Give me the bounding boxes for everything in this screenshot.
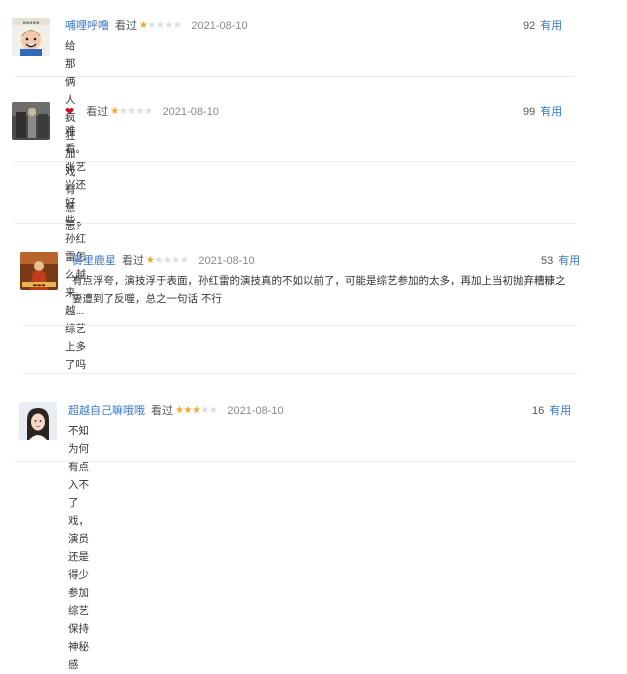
star-icon: ★ xyxy=(135,106,145,117)
vote-count: 16 xyxy=(532,405,545,417)
star-icon: ★ xyxy=(191,405,201,416)
divider xyxy=(22,325,578,326)
star-icon: ★ xyxy=(127,106,136,117)
star-icon: ★ xyxy=(139,20,148,31)
review-comment: 难看。张艺兴还好些，孙红雷怎么越来越...综艺上多了吗 xyxy=(65,125,86,371)
star-icon: ★ xyxy=(175,405,184,416)
star-icon: ★ xyxy=(155,20,165,31)
review-comment: 不知为何有点入不了戏，演员还是得少参加综艺保持神秘感 xyxy=(68,425,89,671)
star-icon: ★ xyxy=(146,255,155,266)
watch-status: 看过 xyxy=(115,20,137,32)
vote-count: 99 xyxy=(523,106,536,118)
username-link[interactable]: 哺哩呼噜 xyxy=(65,19,109,33)
star-icon: ★ xyxy=(154,255,163,266)
review-meta: ❤ 看过 ★ ★ ★ ★ ★ 2021-08-10 xyxy=(65,105,219,119)
review-meta: 雾里鹿星 看过 ★ ★ ★ ★ ★ 2021-08-10 xyxy=(72,254,255,268)
svg-text:▬▬▬: ▬▬▬ xyxy=(33,284,46,289)
review-comment-line: 妻遭到了反噬，总之一句话 不行 xyxy=(72,293,222,305)
heart-icon: ❤ xyxy=(65,106,75,118)
rating-stars: ★ ★ ★ ★ ★ xyxy=(110,105,153,119)
girl-avatar-icon xyxy=(19,402,57,440)
vote-area: 53 有用 xyxy=(541,254,580,268)
useful-button[interactable]: 有用 xyxy=(549,405,571,417)
review-comment-line: 有点浮夸，演技浮于表面，孙红雷的演技真的不如以前了，可能是综艺参加的太多，再加上… xyxy=(72,275,566,287)
rating-stars: ★ ★ ★ ★ ★ xyxy=(139,19,182,33)
review-date: 2021-08-10 xyxy=(198,255,255,267)
useful-button[interactable]: 有用 xyxy=(540,106,562,118)
review-meta: 超越自己嘛哦哦 看过 ★ ★ ★ ★ ★ 2021-08-10 xyxy=(68,404,284,418)
watch-status: 看过 xyxy=(86,106,109,118)
vote-count: 92 xyxy=(523,20,536,32)
useful-button[interactable]: 有用 xyxy=(540,20,562,32)
username-link[interactable]: 雾里鹿星 xyxy=(72,254,116,268)
vote-area: 16 有用 xyxy=(532,404,571,418)
divider xyxy=(22,373,578,374)
poster-avatar-icon: ▬▬▬ xyxy=(20,252,58,290)
cartoon-avatar-icon: ▪▪▪▪▪ xyxy=(12,18,50,56)
star-icon: ★ xyxy=(179,255,189,266)
vote-count: 53 xyxy=(541,255,554,267)
divider xyxy=(14,161,575,162)
vote-area: 92 有用 xyxy=(523,19,562,33)
star-icon: ★ xyxy=(183,405,192,416)
user-avatar[interactable]: ▪▪▪▪▪ xyxy=(12,18,50,56)
star-icon: ★ xyxy=(164,20,173,31)
username-link[interactable]: 超越自己嘛哦哦 xyxy=(68,404,145,418)
user-avatar[interactable]: ▬▬▬ xyxy=(20,252,58,290)
photo-avatar-icon xyxy=(12,102,50,140)
divider xyxy=(14,223,575,224)
useful-button[interactable]: 有用 xyxy=(558,255,580,267)
watch-status: 看过 xyxy=(122,255,144,267)
review-date: 2021-08-10 xyxy=(227,405,284,417)
star-icon: ★ xyxy=(172,20,182,31)
divider xyxy=(14,76,575,77)
user-avatar[interactable] xyxy=(12,102,50,140)
user-avatar[interactable] xyxy=(19,402,57,440)
star-icon: ★ xyxy=(171,255,180,266)
star-icon: ★ xyxy=(144,106,153,117)
divider xyxy=(14,461,575,462)
star-icon: ★ xyxy=(147,20,156,31)
star-icon: ★ xyxy=(208,405,218,416)
star-icon: ★ xyxy=(118,106,128,117)
review-date: 2021-08-10 xyxy=(162,106,219,118)
rating-stars: ★ ★ ★ ★ ★ xyxy=(146,254,189,268)
review-date: 2021-08-10 xyxy=(191,20,248,32)
rating-stars: ★ ★ ★ ★ ★ xyxy=(175,404,218,418)
star-icon: ★ xyxy=(200,405,209,416)
star-icon: ★ xyxy=(110,106,119,117)
watch-status: 看过 xyxy=(151,405,173,417)
star-icon: ★ xyxy=(162,255,172,266)
vote-area: 99 有用 xyxy=(523,105,562,119)
svg-text:▪▪▪▪▪: ▪▪▪▪▪ xyxy=(23,20,40,26)
review-meta: 哺哩呼噜 看过 ★ ★ ★ ★ ★ 2021-08-10 xyxy=(65,19,248,33)
review-comment: 有点浮夸，演技浮于表面，孙红雷的演技真的不如以前了，可能是综艺参加的太多，再加上… xyxy=(72,272,592,308)
